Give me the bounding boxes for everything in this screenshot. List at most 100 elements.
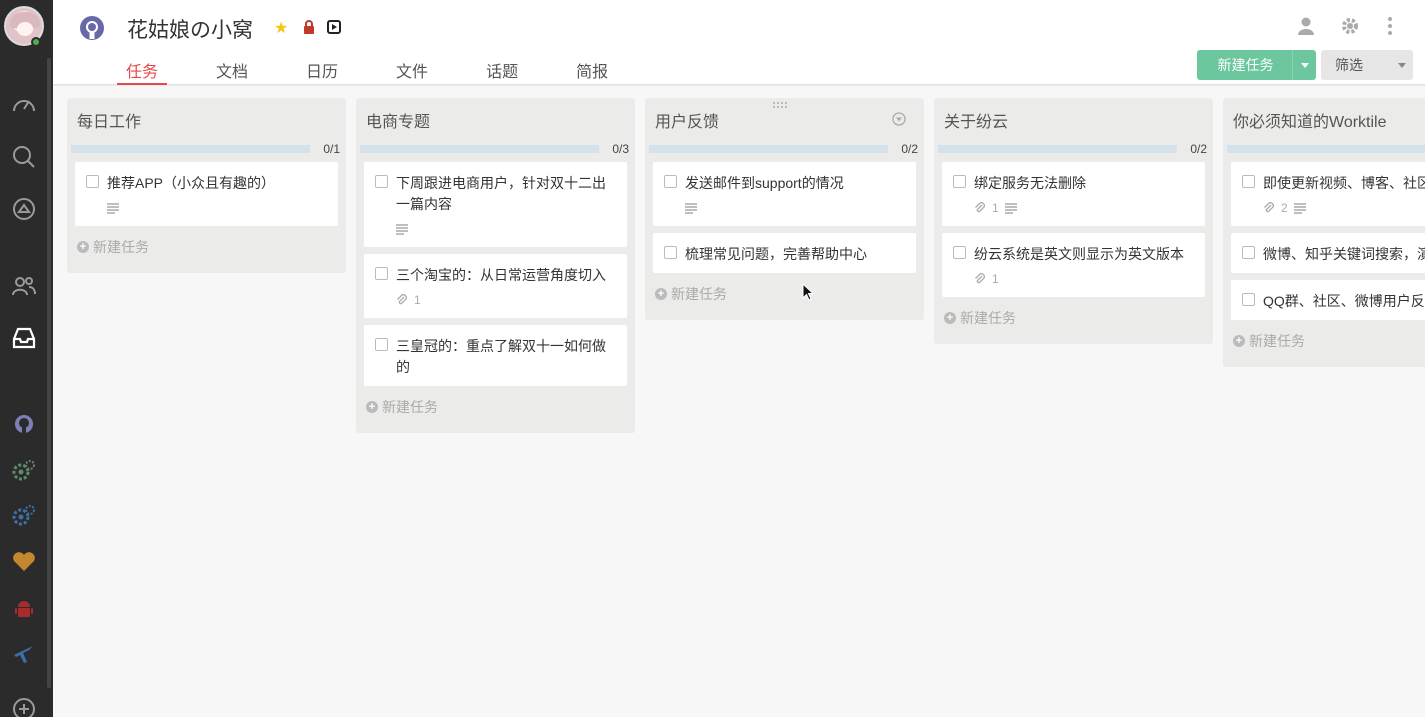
task-column: 你必须知道的Worktile 即使更新视频、博客、社区 2 微博、知乎关键词搜索… [1223,98,1425,367]
task-card[interactable]: 三皇冠的：重点了解双十一如何做的 [364,325,627,386]
task-title: 梳理常见问题，完善帮助中心 [685,246,867,262]
task-title: 三皇冠的：重点了解双十一如何做的 [396,338,606,375]
tab-topics[interactable]: 话题 [477,52,527,85]
task-title: 下周跟进电商用户，针对双十二出一篇内容 [396,175,606,212]
plane-icon[interactable] [10,640,38,668]
add-task-link[interactable]: + 新建任务 [653,280,916,308]
online-status-dot [31,37,41,47]
dashboard-icon[interactable] [10,91,38,119]
column-progress-bar [71,145,310,153]
tab-files[interactable]: 文件 [387,52,437,85]
column-header[interactable]: 电商专题 [364,98,627,142]
search-icon[interactable] [10,143,38,171]
add-task-label: 新建任务 [382,399,438,415]
column-title: 关于纷云 [944,114,1009,131]
task-card[interactable]: 即使更新视频、博客、社区 2 [1231,162,1425,226]
task-title: 即使更新视频、博客、社区 [1263,175,1425,191]
more-vertical-icon[interactable] [1380,16,1400,36]
gears-green-icon[interactable] [10,457,38,485]
mouse-cursor-icon [802,283,814,301]
plus-icon: + [1233,335,1245,347]
task-checkbox[interactable] [1242,175,1255,188]
add-task-link[interactable]: + 新建任务 [942,304,1205,332]
column-title: 用户反馈 [655,114,720,131]
task-checkbox[interactable] [953,246,966,259]
description-icon [1293,203,1306,214]
column-header[interactable]: 每日工作 [75,98,338,142]
add-task-label: 新建任务 [1249,333,1305,349]
column-progress-count: 0/2 [901,142,918,156]
star-icon[interactable]: ★ [274,18,288,38]
task-card[interactable]: 推荐APP（小众且有趣的） [75,162,338,226]
tab-docs[interactable]: 文档 [207,52,257,85]
tab-bar: 任务 文档 日历 文件 话题 简报 [117,52,657,85]
task-checkbox[interactable] [1242,246,1255,259]
task-card[interactable]: 发送邮件到support的情况 [653,162,916,226]
description-icon [685,203,697,214]
sidebar-scrollbar[interactable] [47,58,51,688]
column-progress-count: 0/1 [323,142,340,156]
filter-dropdown-toggle[interactable] [1391,62,1413,68]
column-header[interactable]: 关于纷云 [942,98,1205,142]
user-icon[interactable] [1296,16,1316,36]
inbox-icon[interactable] [10,324,38,352]
tab-calendar[interactable]: 日历 [297,52,347,85]
description-icon [396,224,408,235]
column-menu-icon[interactable] [892,112,906,126]
project-header: 花姑娘の小窝 ★ 任务 文档 日历 文件 话题 简报 新建任务 筛选 [53,0,1425,85]
filter-label[interactable]: 筛选 [1321,55,1391,75]
github-icon[interactable] [10,410,38,438]
task-checkbox[interactable] [86,175,99,188]
task-checkbox[interactable] [664,246,677,259]
task-title: 发送邮件到support的情况 [685,175,844,191]
add-icon[interactable] [10,695,38,717]
add-task-label: 新建任务 [960,310,1016,326]
task-card[interactable]: 纷云系统是英文则显示为英文版本 1 [942,233,1205,297]
task-checkbox[interactable] [375,175,388,188]
tab-tasks[interactable]: 任务 [117,52,168,85]
paperclip-icon [397,294,407,305]
new-task-button[interactable]: 新建任务 [1197,50,1316,80]
chevron-down-icon [1300,62,1309,68]
task-card[interactable]: 三个淘宝的：从日常运营角度切入 1 [364,254,627,318]
column-progress-count: 0/3 [612,142,629,156]
task-title: QQ群、社区、微博用户反 [1263,293,1425,309]
tab-reports[interactable]: 简报 [567,52,617,85]
task-board: 每日工作 0/1 推荐APP（小众且有趣的） + 新建任务 电商专题 0/3 下周… [53,86,1425,717]
play-icon[interactable] [327,20,341,34]
filter-button[interactable]: 筛选 [1321,50,1413,80]
android-icon[interactable] [10,595,38,623]
heart-icon[interactable] [10,548,38,576]
plus-icon: + [655,288,667,300]
gear-icon[interactable] [1340,16,1360,36]
task-card[interactable]: 微博、知乎关键词搜索，演接 [1231,233,1425,273]
add-task-label: 新建任务 [671,286,727,302]
column-header[interactable]: 你必须知道的Worktile [1231,98,1425,142]
task-column: 电商专题 0/3 下周跟进电商用户，针对双十二出一篇内容 三个淘宝的：从日常运营… [356,98,635,433]
new-task-dropdown-toggle[interactable] [1292,50,1316,80]
task-checkbox[interactable] [664,175,677,188]
new-task-label[interactable]: 新建任务 [1197,55,1292,75]
task-checkbox[interactable] [375,338,388,351]
task-checkbox[interactable] [1242,293,1255,306]
notification-icon[interactable] [10,195,38,223]
task-card[interactable]: 下周跟进电商用户，针对双十二出一篇内容 [364,162,627,247]
column-header[interactable]: 用户反馈 [653,98,916,142]
attachment-count: 2 [1281,201,1288,215]
description-icon [107,203,119,214]
add-task-link[interactable]: + 新建任务 [364,393,627,421]
task-card[interactable]: QQ群、社区、微博用户反 [1231,280,1425,320]
members-icon[interactable] [10,272,38,300]
task-title: 三个淘宝的：从日常运营角度切入 [396,267,606,283]
task-checkbox[interactable] [375,267,388,280]
task-checkbox[interactable] [953,175,966,188]
task-column: 关于纷云 0/2 绑定服务无法删除 1 纷云系统是英文则显示为英文版本 1 + 新… [934,98,1213,344]
description-icon [1004,203,1017,214]
gears-blue-icon[interactable] [10,502,38,530]
column-progress-bar [649,145,888,153]
task-card[interactable]: 绑定服务无法删除 1 [942,162,1205,226]
task-card[interactable]: 梳理常见问题，完善帮助中心 [653,233,916,273]
add-task-link[interactable]: + 新建任务 [1231,327,1425,355]
attachment-count: 1 [992,272,999,286]
add-task-link[interactable]: + 新建任务 [75,233,338,261]
